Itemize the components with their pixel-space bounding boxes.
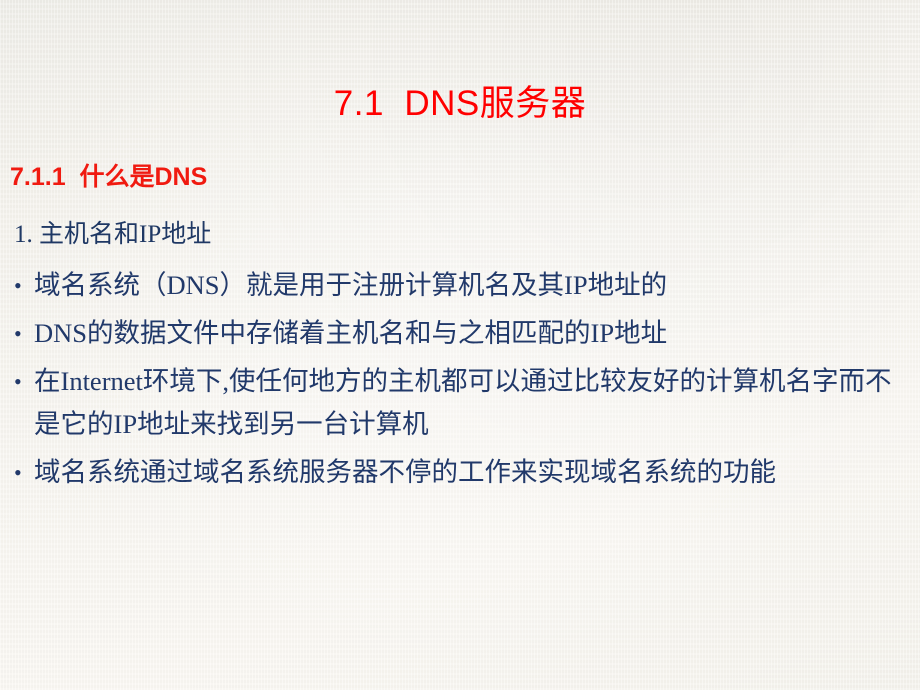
bullet-point-icon: • (14, 273, 22, 298)
bullet-item: • 在Internet环境下,使任何地方的主机都可以通过比较友好的计算机名字而不… (10, 360, 910, 446)
presentation-slide: 7.1 DNS服务器 7.1.1 什么是DNS 1. 主机名和IP地址 • 域名… (0, 0, 920, 690)
section-heading: 7.1.1 什么是DNS (10, 163, 208, 191)
bullet-item-text: DNS的数据文件中存储着主机名和与之相匹配的IP地址 (34, 318, 668, 348)
bullet-item-text: 域名系统通过域名系统服务器不停的工作来实现域名系统的功能 (34, 457, 776, 487)
bullet-point-icon: • (14, 460, 22, 485)
bullet-item-text: 在Internet环境下,使任何地方的主机都可以通过比较友好的计算机名字而不是它… (34, 366, 892, 439)
slide-body: 1. 主机名和IP地址 • 域名系统（DNS）就是用于注册计算机名及其IP地址的… (10, 214, 910, 494)
slide-title: 7.1 DNS服务器 (333, 84, 587, 123)
bullet-point-icon: • (14, 321, 22, 346)
bullet-item: • 域名系统通过域名系统服务器不停的工作来实现域名系统的功能 (10, 451, 910, 494)
numbered-item-1: 1. 主机名和IP地址 (14, 221, 212, 248)
bullet-point-icon: • (14, 369, 22, 394)
bullet-item-text: 域名系统（DNS）就是用于注册计算机名及其IP地址的 (34, 270, 668, 300)
bullet-item: • DNS的数据文件中存储着主机名和与之相匹配的IP地址 (10, 312, 910, 355)
bullet-item: • 域名系统（DNS）就是用于注册计算机名及其IP地址的 (10, 264, 910, 307)
